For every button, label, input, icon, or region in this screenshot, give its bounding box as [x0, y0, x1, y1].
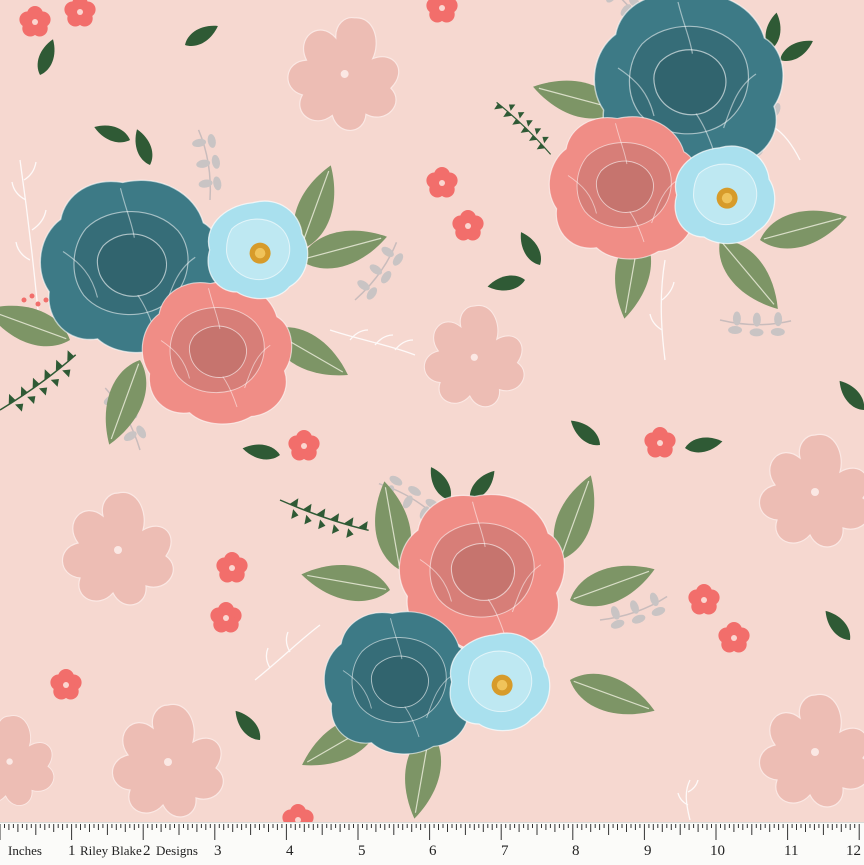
ruler-number: 12 — [846, 843, 861, 859]
floral-fabric-pattern — [0, 0, 864, 864]
ruler-number: 6 — [429, 843, 437, 859]
ruler-unit-label: Inches — [8, 843, 42, 858]
ruler-number: 11 — [784, 843, 799, 859]
ruler-number: 2 — [143, 843, 151, 859]
ruler-number: 5 — [358, 843, 366, 859]
measurement-ruler: Inches Riley Blake Designs 1 2 3 4 5 6 7… — [0, 822, 864, 865]
ruler-number: 10 — [710, 843, 725, 859]
ruler-number: 1 — [68, 843, 76, 859]
ruler-number: 9 — [644, 843, 652, 859]
ruler-number: 7 — [501, 843, 509, 859]
ruler-number: 8 — [572, 843, 580, 859]
ruler-brand-suffix: Designs — [156, 843, 198, 858]
ruler-number: 4 — [286, 843, 294, 859]
ruler-brand-name: Riley Blake — [80, 843, 142, 858]
ruler-number: 3 — [214, 843, 222, 859]
